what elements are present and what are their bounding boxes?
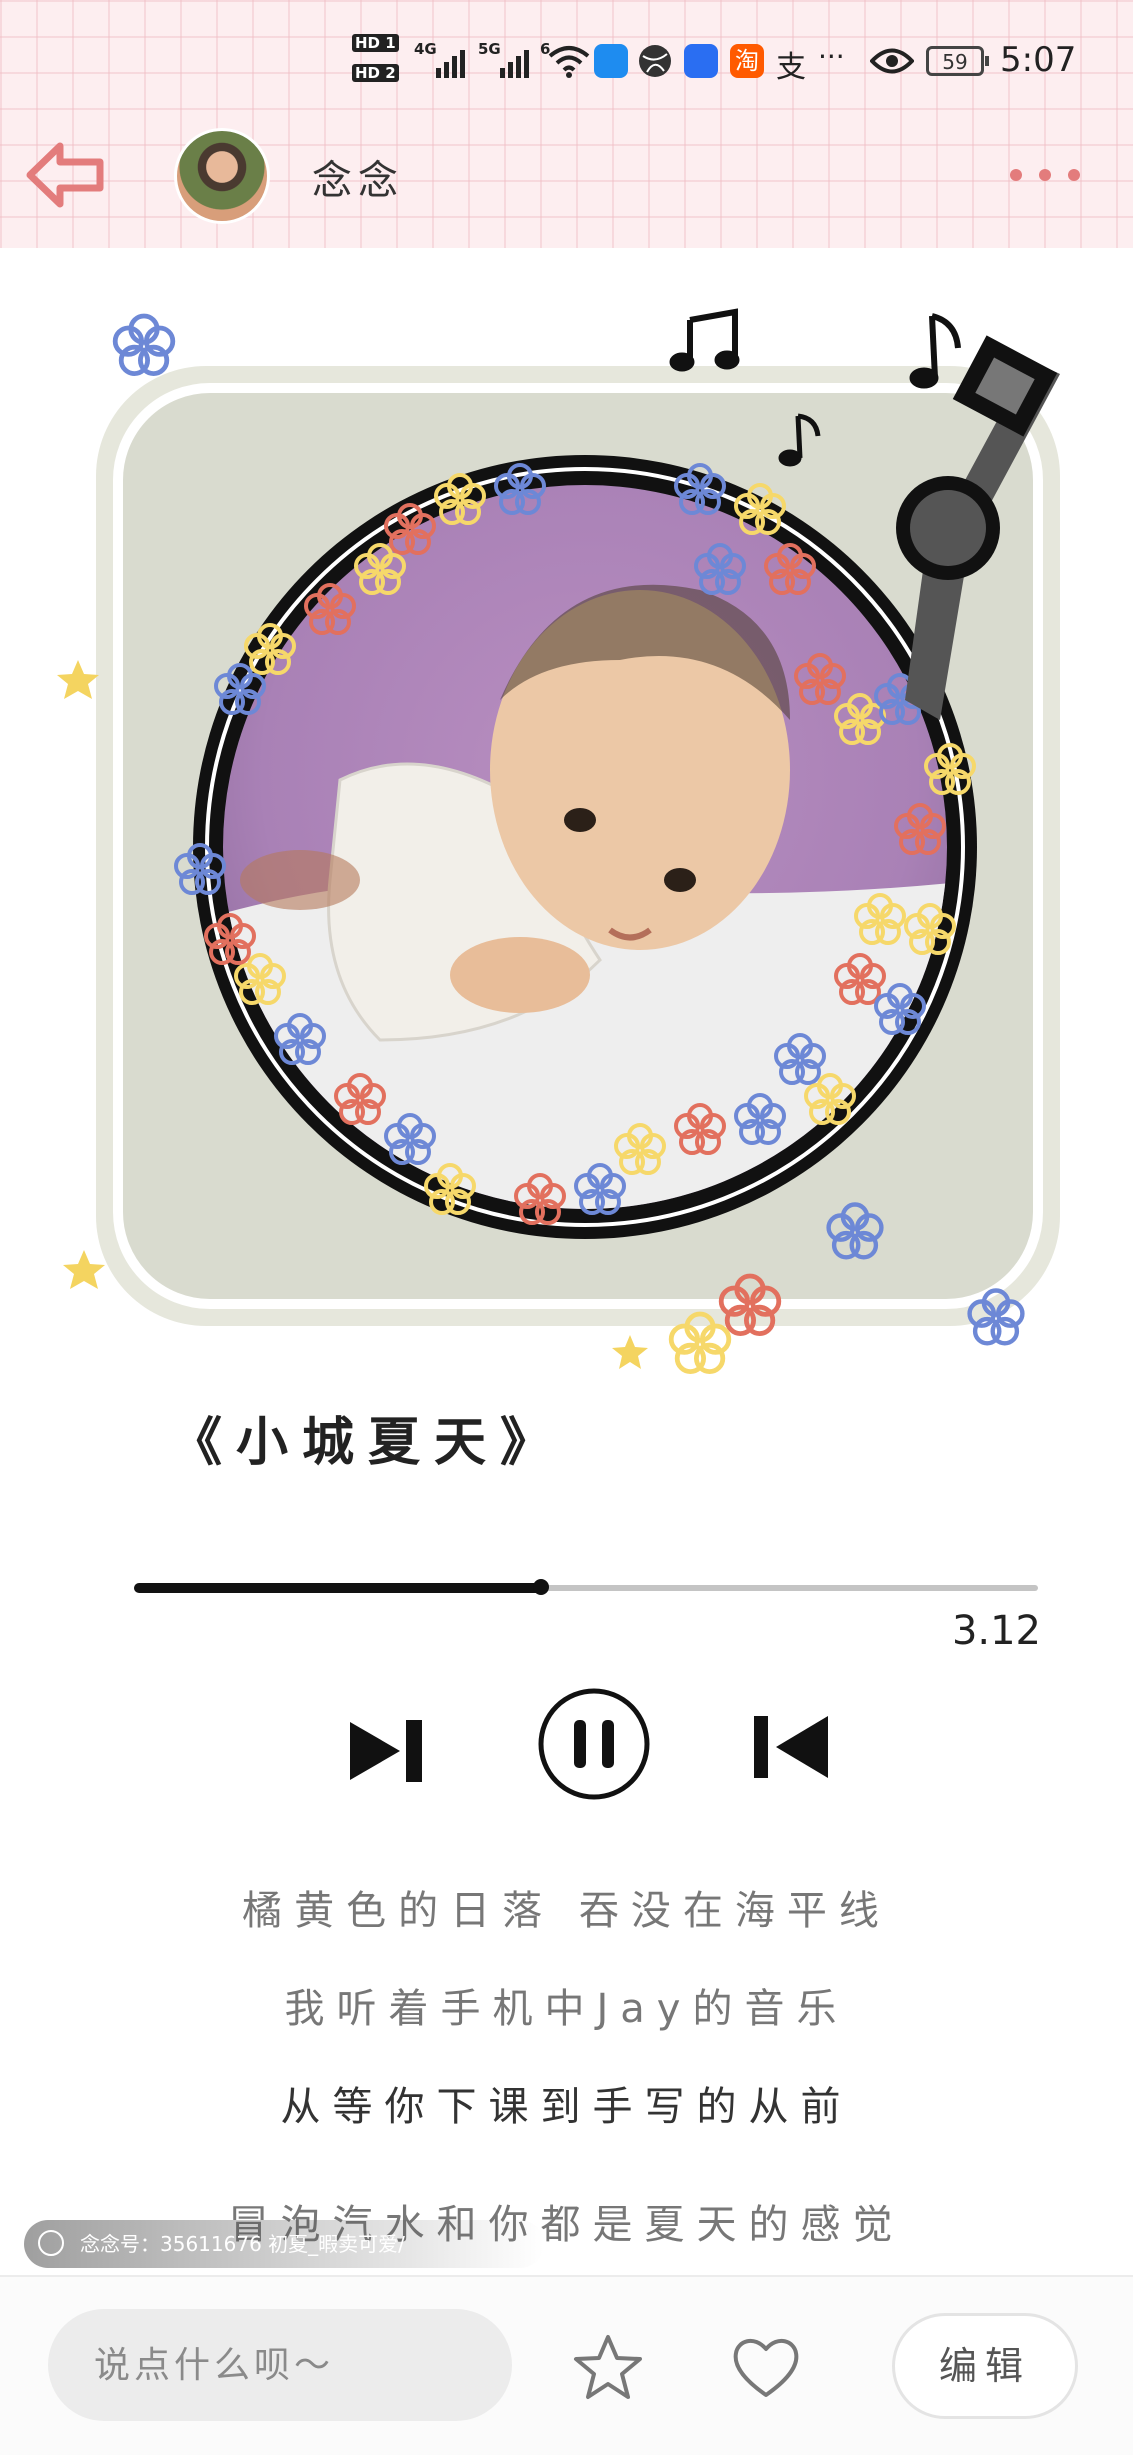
alipay-icon: 支 — [776, 50, 806, 85]
battery-icon: 59 — [926, 46, 989, 76]
eye-icon — [870, 48, 914, 74]
app-header: HD 1 HD 2 4G 5G 6 淘 支 ··· 59 5:07 念念 — [0, 0, 1133, 248]
network-5g-label: 5G — [478, 40, 501, 58]
username: 念念 — [312, 158, 404, 204]
lyric-line: 橘黄色的日落 吞没在海平线 — [242, 1888, 891, 1934]
hd2-label: HD 2 — [352, 64, 399, 82]
progress-thumb[interactable] — [532, 1579, 549, 1595]
heart-icon — [733, 2338, 799, 2397]
search-app-icon — [594, 44, 628, 78]
next-track-button[interactable] — [346, 1716, 428, 1786]
copyright-icon — [38, 2230, 64, 2256]
network-4g-label: 4G — [414, 40, 437, 58]
previous-icon — [754, 1716, 828, 1778]
more-notifications-icon: ··· — [818, 40, 845, 73]
browser-app-icon — [639, 45, 671, 77]
progress-fill — [134, 1583, 541, 1593]
avatar[interactable] — [174, 128, 270, 224]
wifi-icon — [548, 46, 590, 78]
pause-icon — [538, 1688, 650, 1800]
taobao-app-icon: 淘 — [730, 44, 764, 78]
arrow-left-icon — [26, 142, 104, 208]
comment-input[interactable] — [48, 2309, 512, 2421]
watermark: 念念号：35611676 初夏_暇卖可爱/ — [24, 2220, 544, 2268]
back-button[interactable] — [24, 140, 108, 210]
signal-icon — [500, 50, 529, 78]
favorite-button[interactable] — [572, 2331, 644, 2403]
battery-level: 59 — [942, 50, 968, 74]
playback-time: 3.12 — [951, 1608, 1041, 1654]
next-icon — [350, 1720, 422, 1782]
watermark-text: 念念号：35611676 初夏_暇卖可爱/ — [80, 2232, 405, 2256]
previous-track-button[interactable] — [752, 1712, 832, 1782]
signal-icon — [436, 50, 465, 78]
more-icon — [1010, 169, 1080, 181]
lyric-line-current: 从等你下课到手写的从前 — [280, 2084, 853, 2130]
lyric-line: 我听着手机中Jay的音乐 — [284, 1986, 849, 2032]
bulb-app-icon — [684, 44, 718, 78]
song-title: 《小城夏天》 — [170, 1413, 567, 1473]
star-icon — [574, 2335, 642, 2399]
progress-slider[interactable] — [134, 1579, 1038, 1595]
more-button[interactable] — [1000, 160, 1090, 190]
hd1-label: HD 1 — [352, 34, 399, 52]
status-clock: 5:07 — [1000, 40, 1077, 80]
album-figure — [57, 308, 1060, 1398]
pause-button[interactable] — [536, 1686, 652, 1802]
edit-button[interactable]: 编辑 — [892, 2313, 1078, 2419]
bottom-action-bar: 编辑 — [0, 2275, 1133, 2455]
like-button[interactable] — [730, 2333, 802, 2401]
